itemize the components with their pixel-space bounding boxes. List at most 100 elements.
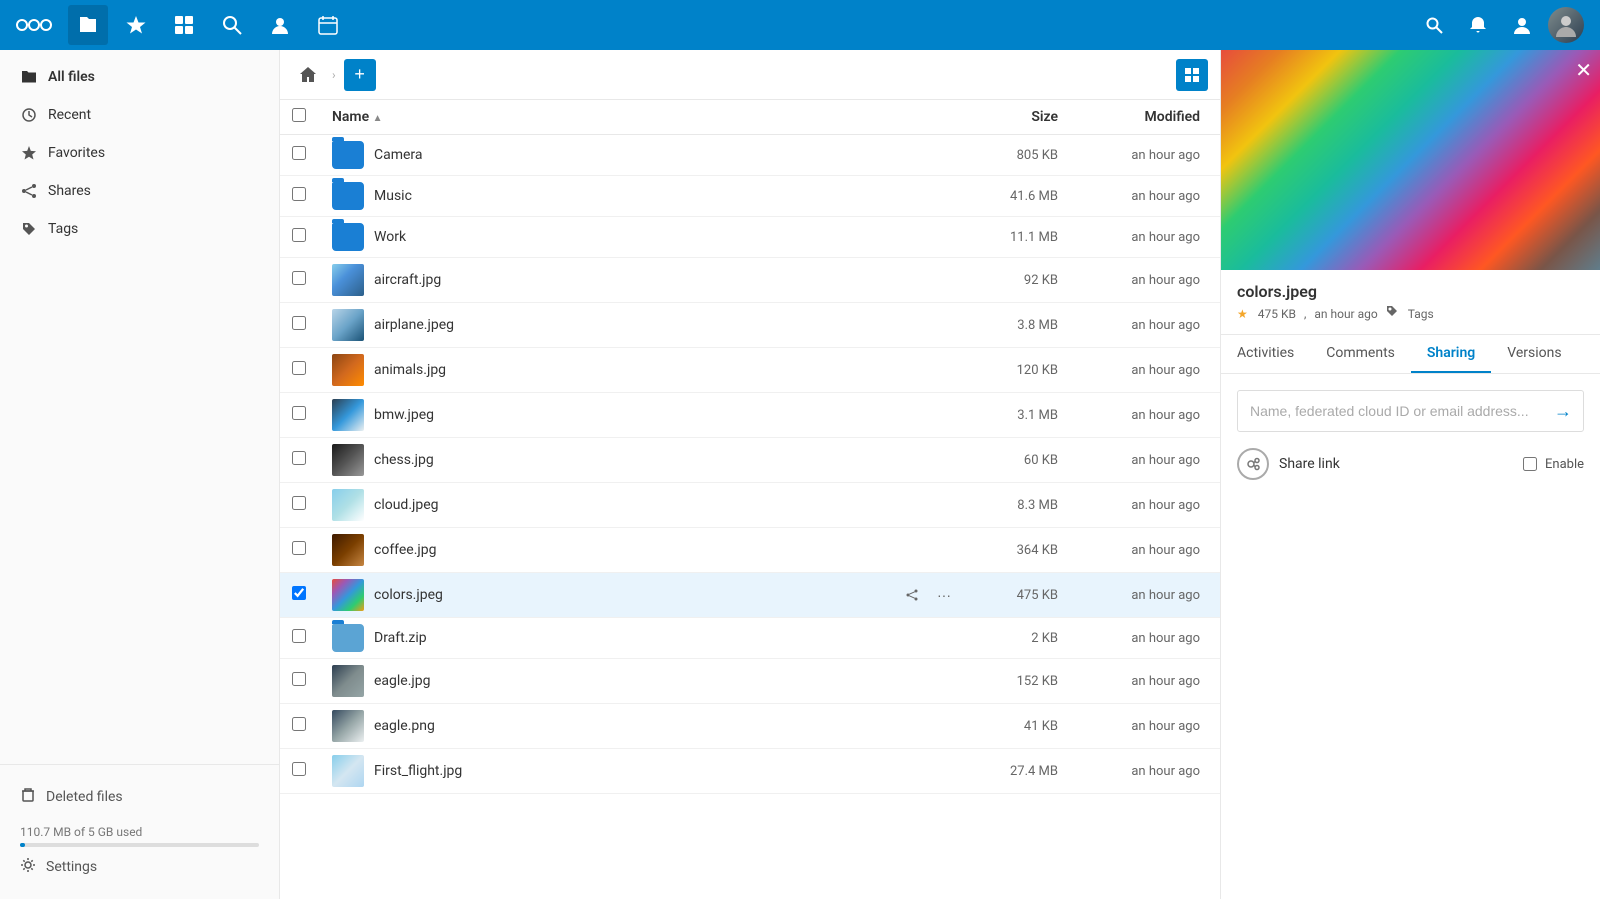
share-action-button[interactable] (898, 491, 926, 519)
share-action-button[interactable] (898, 757, 926, 785)
file-name[interactable]: Work (374, 229, 406, 245)
file-name[interactable]: Draft.zip (374, 630, 427, 646)
calendar-nav-button[interactable] (308, 5, 348, 45)
row-checkbox[interactable] (292, 586, 306, 600)
file-name[interactable]: airplane.jpeg (374, 317, 454, 333)
more-action-button[interactable]: ··· (930, 491, 958, 519)
contacts-nav-button[interactable] (260, 5, 300, 45)
more-action-button[interactable]: ··· (930, 624, 958, 652)
size-column-header[interactable]: Size (970, 100, 1070, 135)
share-action-button[interactable] (898, 141, 926, 169)
file-name[interactable]: First_flight.jpg (374, 763, 462, 779)
share-action-button[interactable] (898, 581, 926, 609)
more-action-button[interactable]: ··· (930, 757, 958, 785)
tab-versions[interactable]: Versions (1491, 335, 1577, 373)
avatar[interactable] (1548, 7, 1584, 43)
search-nav-button[interactable] (212, 5, 252, 45)
more-action-button[interactable]: ··· (930, 667, 958, 695)
row-checkbox[interactable] (292, 228, 306, 242)
file-name[interactable]: eagle.png (374, 718, 435, 734)
search-icon[interactable] (1416, 7, 1452, 43)
row-checkbox[interactable] (292, 146, 306, 160)
row-checkbox[interactable] (292, 541, 306, 555)
row-checkbox[interactable] (292, 496, 306, 510)
share-action-button[interactable] (898, 667, 926, 695)
row-checkbox[interactable] (292, 271, 306, 285)
gallery-nav-button[interactable] (164, 5, 204, 45)
tab-comments[interactable]: Comments (1310, 335, 1411, 373)
more-action-button[interactable]: ··· (930, 223, 958, 251)
row-checkbox[interactable] (292, 187, 306, 201)
select-all-header[interactable] (280, 100, 320, 135)
grid-view-button[interactable] (1176, 59, 1208, 91)
share-input[interactable] (1238, 393, 1543, 429)
tags-detail-icon[interactable] (1386, 305, 1400, 322)
more-action-button[interactable]: ··· (930, 401, 958, 429)
row-checkbox-cell (280, 528, 320, 573)
share-action-button[interactable] (898, 266, 926, 294)
favorite-star-icon[interactable]: ★ (1237, 307, 1248, 321)
files-nav-button[interactable] (68, 5, 108, 45)
more-action-button[interactable]: ··· (930, 182, 958, 210)
more-action-button[interactable]: ··· (930, 446, 958, 474)
share-action-button[interactable] (898, 536, 926, 564)
row-checkbox[interactable] (292, 629, 306, 643)
share-action-button[interactable] (898, 223, 926, 251)
file-name[interactable]: eagle.jpg (374, 673, 431, 689)
more-action-button[interactable]: ··· (930, 581, 958, 609)
row-size-cell: 27.4 MB (970, 749, 1070, 794)
share-action-button[interactable] (898, 311, 926, 339)
more-action-button[interactable]: ··· (930, 141, 958, 169)
file-name[interactable]: animals.jpg (374, 362, 446, 378)
row-checkbox[interactable] (292, 406, 306, 420)
row-checkbox[interactable] (292, 762, 306, 776)
sidebar-item-deleted[interactable]: Deleted files (20, 777, 259, 817)
more-action-button[interactable]: ··· (930, 311, 958, 339)
row-modified-cell: an hour ago (1070, 258, 1220, 303)
notifications-icon[interactable] (1460, 7, 1496, 43)
file-name[interactable]: chess.jpg (374, 452, 434, 468)
user-profile-icon[interactable] (1504, 7, 1540, 43)
file-name[interactable]: cloud.jpeg (374, 497, 439, 513)
activity-nav-button[interactable] (116, 5, 156, 45)
sidebar-item-tags[interactable]: Tags (0, 210, 279, 248)
breadcrumb-home[interactable] (292, 59, 324, 91)
share-action-button[interactable] (898, 356, 926, 384)
more-action-button[interactable]: ··· (930, 356, 958, 384)
modified-column-header[interactable]: Modified (1070, 100, 1220, 135)
share-enable-checkbox[interactable] (1523, 457, 1537, 471)
app-logo[interactable] (16, 13, 52, 37)
row-checkbox[interactable] (292, 451, 306, 465)
share-action-button[interactable] (898, 624, 926, 652)
select-all-checkbox[interactable] (292, 108, 306, 122)
share-enable-option[interactable]: Enable (1523, 457, 1584, 472)
more-action-button[interactable]: ··· (930, 266, 958, 294)
share-action-button[interactable] (898, 446, 926, 474)
file-name[interactable]: aircraft.jpg (374, 272, 441, 288)
more-action-button[interactable]: ··· (930, 536, 958, 564)
sidebar-item-shares[interactable]: Shares (0, 172, 279, 210)
file-name[interactable]: colors.jpeg (374, 587, 443, 603)
tab-activities[interactable]: Activities (1221, 335, 1310, 373)
share-submit-button[interactable]: → (1543, 391, 1583, 431)
file-name[interactable]: Camera (374, 147, 423, 163)
sidebar-item-settings[interactable]: Settings (20, 847, 259, 887)
sidebar-item-favorites[interactable]: Favorites (0, 134, 279, 172)
row-checkbox[interactable] (292, 361, 306, 375)
file-name[interactable]: Music (374, 188, 412, 204)
sidebar-item-all-files[interactable]: All files (0, 58, 279, 96)
row-checkbox[interactable] (292, 717, 306, 731)
share-action-button[interactable] (898, 712, 926, 740)
sidebar-item-recent[interactable]: Recent (0, 96, 279, 134)
share-action-button[interactable] (898, 182, 926, 210)
file-name[interactable]: coffee.jpg (374, 542, 437, 558)
more-action-button[interactable]: ··· (930, 712, 958, 740)
row-checkbox[interactable] (292, 316, 306, 330)
file-name[interactable]: bmw.jpeg (374, 407, 434, 423)
tab-sharing[interactable]: Sharing (1411, 335, 1491, 373)
share-action-button[interactable] (898, 401, 926, 429)
row-checkbox[interactable] (292, 672, 306, 686)
name-column-header[interactable]: Name ▲ (320, 100, 970, 135)
add-button[interactable]: + (344, 59, 376, 91)
close-panel-button[interactable]: ✕ (1575, 58, 1592, 83)
